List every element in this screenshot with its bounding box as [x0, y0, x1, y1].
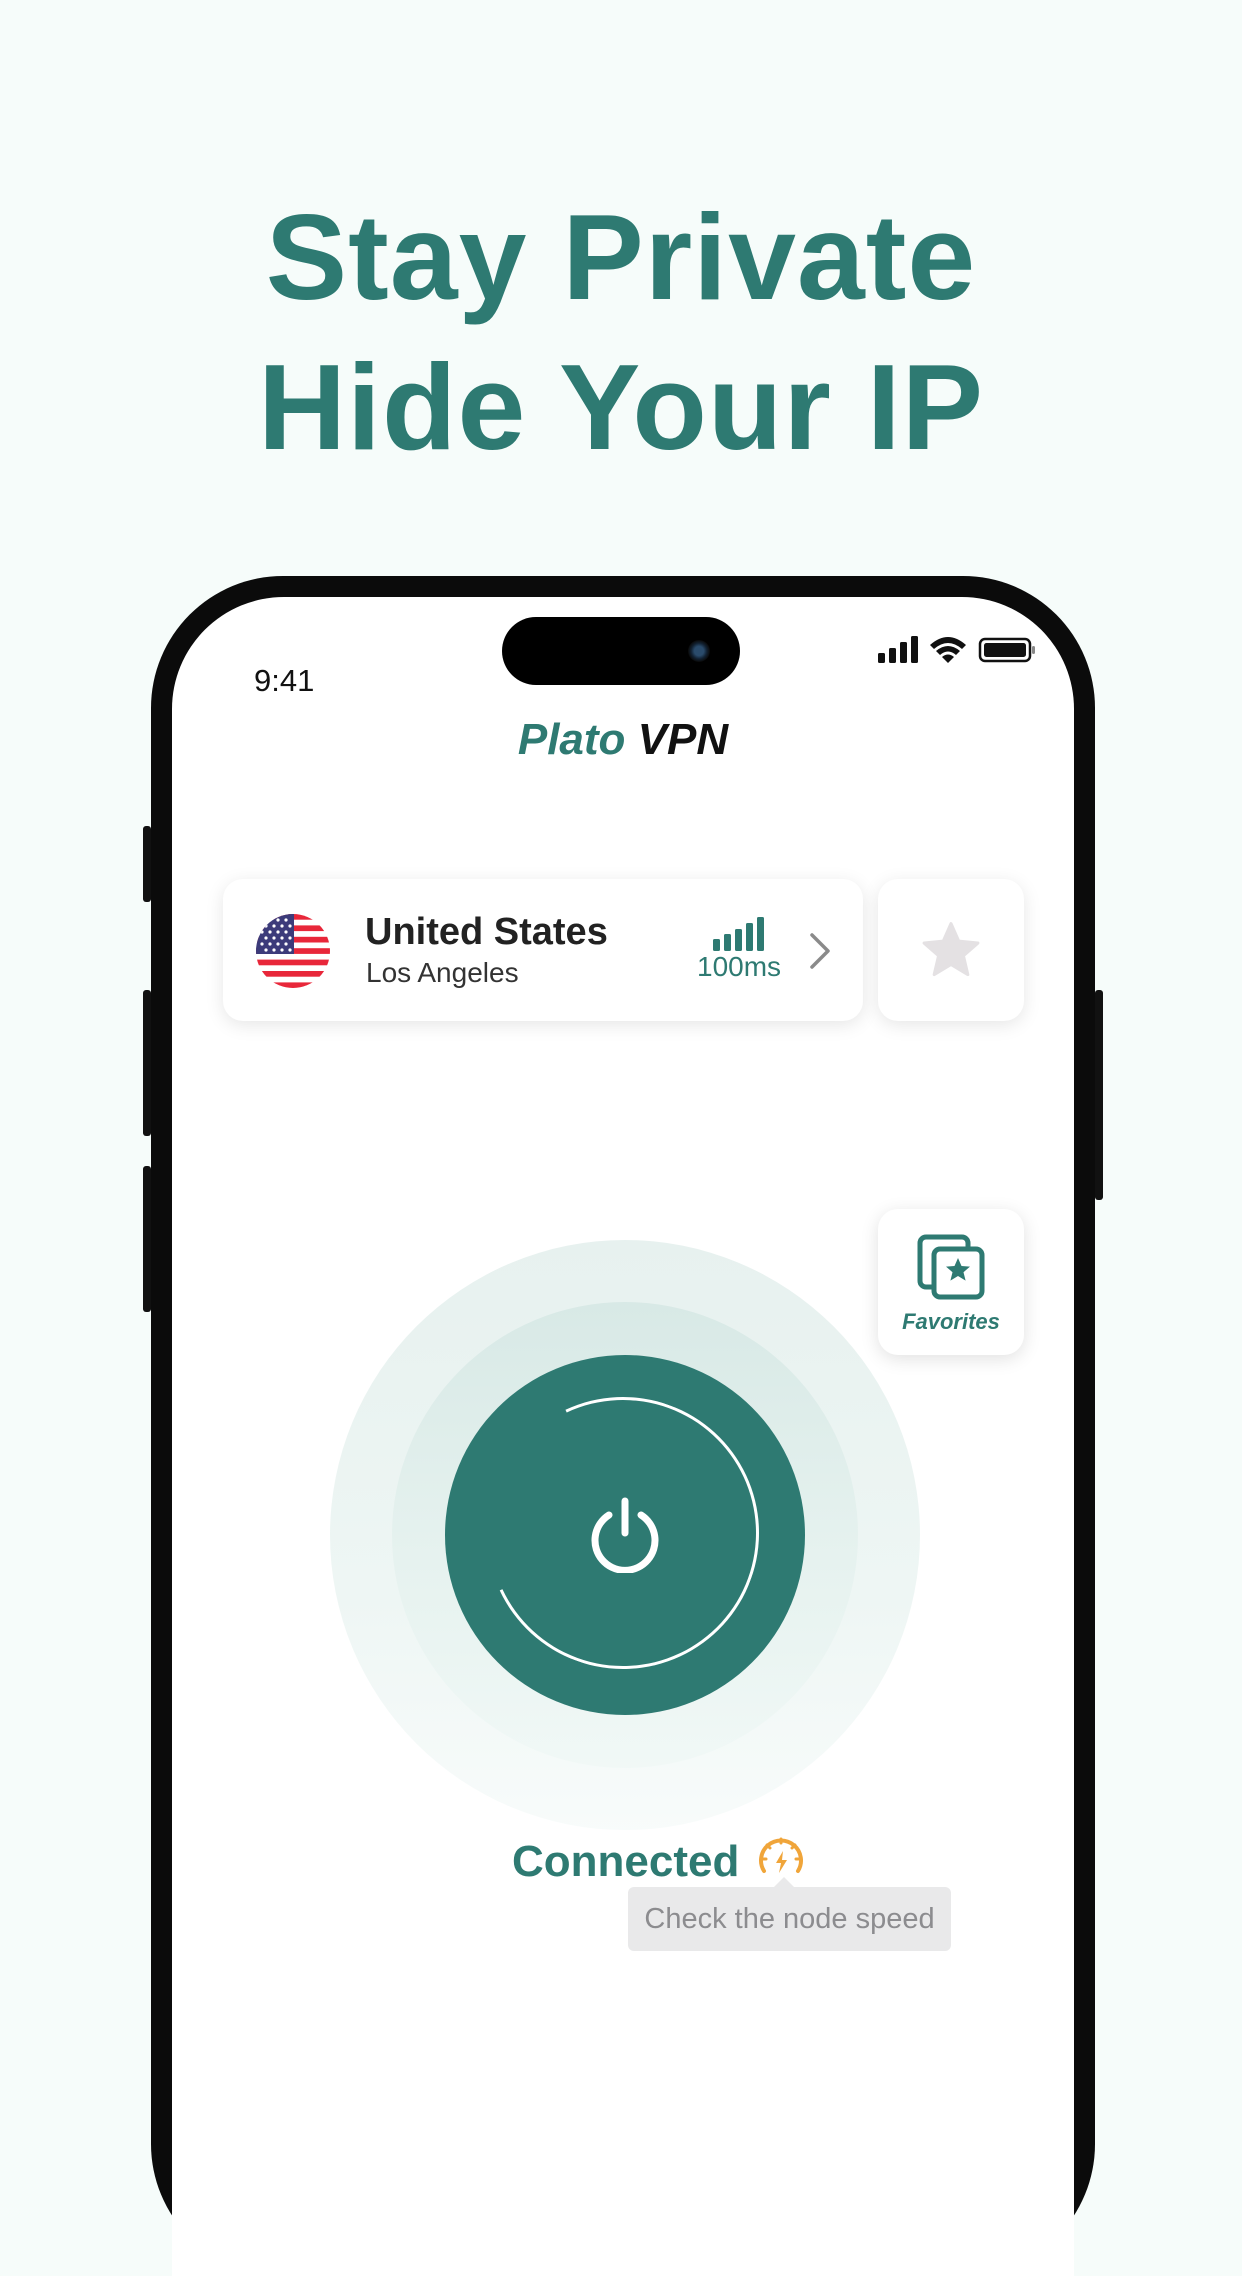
phone-mute-switch: [143, 826, 151, 902]
signal-bars-icon: [713, 917, 764, 951]
server-country: United States: [365, 911, 608, 953]
us-flag-icon: [256, 914, 330, 988]
app-screen: 9:41 Plato VPN United States Los Angeles…: [172, 597, 1074, 2276]
headline-line-2: Hide Your IP: [257, 339, 985, 475]
power-icon: [591, 1497, 659, 1573]
dynamic-island: [502, 617, 740, 685]
headline-line-1: Stay Private: [265, 189, 977, 325]
star-icon: [922, 922, 980, 977]
phone-volume-down: [143, 1166, 151, 1312]
cellular-signal-icon: [878, 636, 918, 663]
status-time: 9:41: [254, 663, 315, 698]
connect-power-button[interactable]: [445, 1355, 805, 1715]
app-title: Plato VPN: [172, 715, 1074, 765]
wifi-icon: [930, 637, 966, 663]
favorite-toggle-button[interactable]: [878, 879, 1024, 1021]
chevron-right-icon: [810, 933, 830, 969]
favorites-label: Favorites: [902, 1309, 1000, 1334]
server-selector-card[interactable]: United States Los Angeles 100ms: [223, 879, 863, 1021]
app-title-plato: Plato: [517, 715, 626, 764]
phone-volume-up: [143, 990, 151, 1136]
phone-frame: 9:41 Plato VPN United States Los Angeles…: [143, 576, 1103, 2276]
app-title-vpn: VPN: [637, 715, 729, 764]
connection-status: Connected: [512, 1837, 740, 1886]
favorites-star-icon: [917, 1234, 985, 1300]
camera-icon: [688, 640, 710, 662]
status-icons: [878, 636, 1035, 663]
speedometer-icon[interactable]: [756, 1833, 806, 1883]
node-speed-tooltip: Check the node speed: [628, 1877, 951, 1951]
promo-headline: Stay Private Hide Your IP: [0, 182, 1242, 482]
favorites-button[interactable]: Favorites: [878, 1209, 1024, 1355]
battery-icon: [978, 637, 1035, 663]
server-city: Los Angeles: [366, 957, 519, 988]
phone-power-side-button: [1095, 990, 1103, 1200]
server-ping: 100ms: [697, 951, 782, 982]
